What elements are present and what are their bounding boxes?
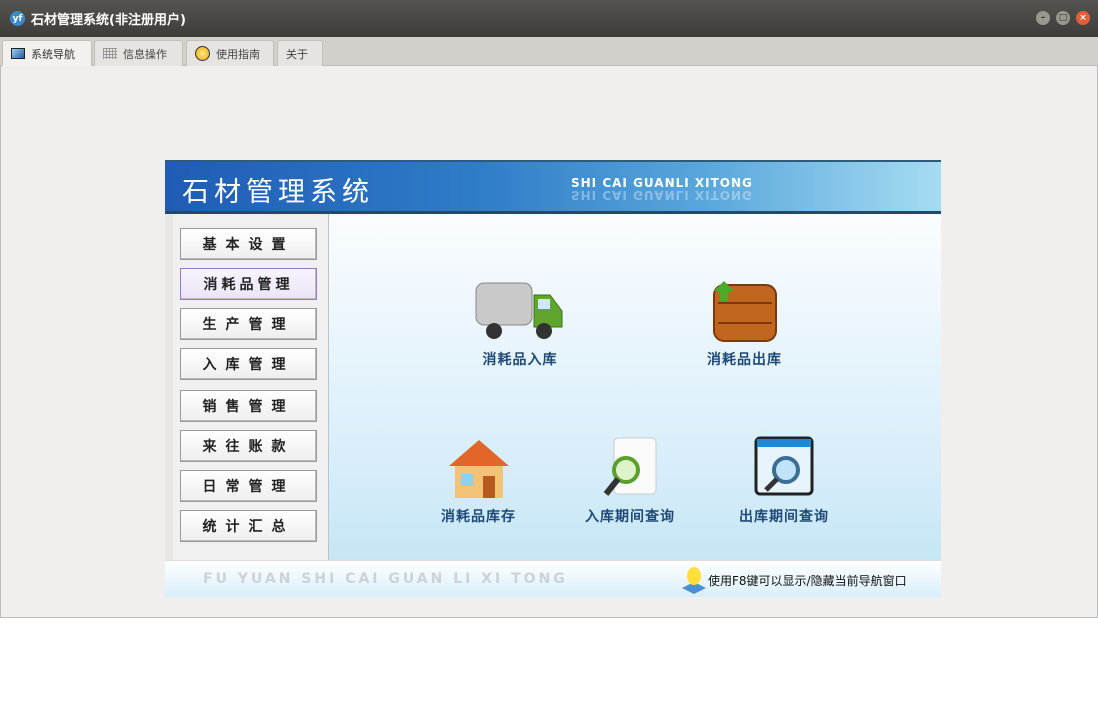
window-search-icon (754, 436, 814, 496)
tab-info-ops[interactable]: 信息操作 (94, 40, 183, 66)
tab-guide[interactable]: 使用指南 (186, 40, 274, 66)
f8-tip: 使用F8键可以显示/隐藏当前导航窗口 (680, 566, 907, 594)
grid-icon (103, 48, 117, 59)
sidebar-item-production[interactable]: 生产管理 (180, 308, 317, 340)
tab-label: 使用指南 (216, 47, 260, 61)
lightbulb-icon (682, 567, 706, 594)
sidebar-item-basic-settings[interactable]: 基本设置 (180, 228, 317, 260)
function-label: 消耗品库存 (441, 509, 516, 525)
crate-icon (712, 281, 777, 342)
footer: FU YUAN SHI CAI GUAN LI XI TONG 使用F8键可以显… (165, 560, 941, 597)
tab-about[interactable]: 关于 (277, 40, 323, 66)
truck-icon (475, 282, 563, 339)
sidebar-item-sales[interactable]: 销售管理 (180, 390, 317, 422)
app-logo-icon: yf (10, 11, 25, 26)
tip-text: 使用F8键可以显示/隐藏当前导航窗口 (708, 573, 907, 588)
tab-bar: 系统导航 信息操作 使用指南 关于 (0, 37, 1098, 66)
function-label: 消耗品入库 (482, 352, 558, 368)
tab-label: 信息操作 (123, 47, 167, 61)
consumable-out-button[interactable]: 消耗品出库 (707, 279, 782, 369)
consumable-in-button[interactable]: 消耗品入库 (474, 279, 566, 369)
title-bar: yf 石材管理系统(非注册用户) – □ × (0, 0, 1098, 37)
in-period-query-button[interactable]: 入库期间查询 (585, 436, 675, 526)
tab-label: 关于 (286, 47, 308, 61)
banner-subtitle-reflection: SHI CAI GUANLI XITONG (571, 188, 753, 202)
tab-system-nav[interactable]: 系统导航 (2, 40, 92, 66)
sidebar-item-warehousing[interactable]: 入库管理 (180, 348, 317, 380)
help-icon (195, 46, 210, 61)
sidebar-item-statistics[interactable]: 统计汇总 (180, 510, 317, 542)
main-area: 消耗品入库 消耗品出库 消耗品库存 入库期间查询 出库期间查询 (329, 214, 941, 560)
tab-label: 系统导航 (31, 47, 75, 61)
house-icon (448, 440, 509, 498)
sidebar-item-accounts[interactable]: 来往账款 (180, 430, 317, 462)
function-label: 消耗品出库 (707, 352, 782, 368)
banner: 石材管理系统 SHI CAI GUANLI XITONG SHI CAI GUA… (165, 160, 941, 214)
sidebar-item-daily[interactable]: 日常管理 (180, 470, 317, 502)
maximize-button[interactable]: □ (1056, 11, 1070, 25)
window-title: 石材管理系统(非注册用户) (31, 13, 186, 28)
banner-title: 石材管理系统 (182, 177, 374, 208)
out-period-query-button[interactable]: 出库期间查询 (739, 436, 829, 526)
minimize-button[interactable]: – (1036, 11, 1050, 25)
function-label: 出库期间查询 (739, 509, 829, 525)
footer-pinyin: FU YUAN SHI CAI GUAN LI XI TONG (203, 571, 568, 587)
monitor-icon (11, 48, 25, 59)
function-label: 入库期间查询 (585, 509, 675, 525)
sidebar: 基本设置 消耗品管理 生产管理 入库管理 销售管理 来往账款 日常管理 统计汇总 (165, 214, 329, 560)
navigation-panel: 石材管理系统 SHI CAI GUANLI XITONG SHI CAI GUA… (165, 160, 941, 597)
sidebar-item-consumables[interactable]: 消耗品管理 (180, 268, 317, 300)
close-button[interactable]: × (1076, 11, 1090, 25)
consumable-stock-button[interactable]: 消耗品库存 (441, 436, 516, 526)
document-search-icon (603, 437, 657, 496)
